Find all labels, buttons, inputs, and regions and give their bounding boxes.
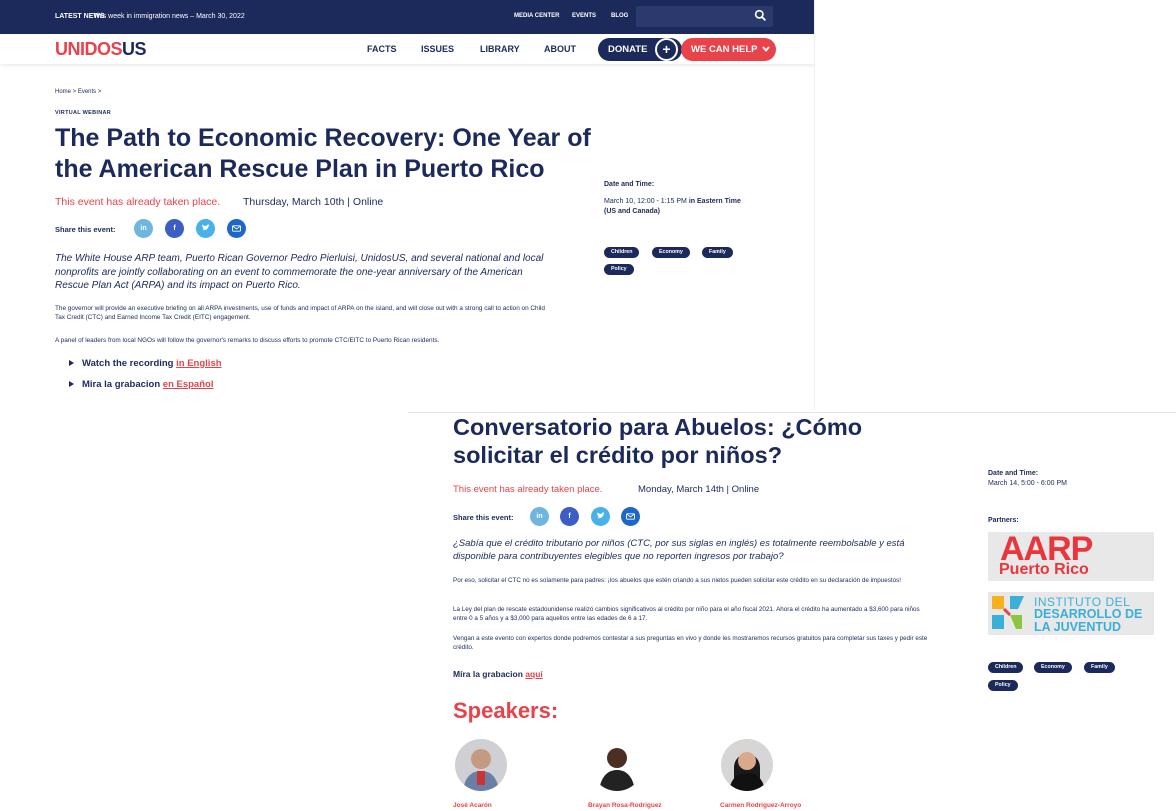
tag-family[interactable]: Family [702,247,733,258]
linkedin-icon[interactable]: in [134,219,153,238]
search-icon[interactable] [754,9,767,22]
we-can-help-button[interactable]: WE CAN HELP [681,38,776,61]
speakers-heading: Speakers: [453,698,559,723]
blog-link[interactable]: BLOG [611,13,628,19]
event-status: This event has already taken place. Mond… [453,484,759,495]
unidosus-logo[interactable]: UNIDOSUS [55,39,147,60]
tag-children[interactable]: Children [988,662,1024,673]
tag-children[interactable]: Children [604,247,640,258]
facebook-icon[interactable]: f [165,219,184,238]
bullet-triangle-icon [69,360,74,366]
event-paragraph: Por eso, solicitar el CTC no es solament… [453,577,902,584]
main-nav: UNIDOSUS FACTS ISSUES LIBRARY ABOUT DONA… [0,34,814,64]
nav-issues[interactable]: ISSUES [421,44,454,54]
speaker-name[interactable]: Carmen Rodriguez-Arroyo [720,802,801,809]
event-type-label: VIRTUAL WEBINAR [55,110,112,116]
twitter-icon[interactable] [196,219,215,238]
tag-policy[interactable]: Policy [604,264,634,275]
event-paragraph: La Ley del plan de rescate estadounidens… [453,606,920,622]
events-link[interactable]: EVENTS [572,13,596,19]
past-event-notice: This event has already taken place. [55,196,221,208]
media-center-link[interactable]: MEDIA CENTER [514,13,559,19]
chevron-down-icon [762,46,770,52]
nav-about[interactable]: ABOUT [544,44,576,54]
aarp-puerto-rico-logo[interactable]: AARP Puerto Rico [988,532,1154,581]
watch-recording-item: Mira la grabacion en Español [69,379,213,390]
share-label: Share this event: [453,513,514,522]
event-date: Thursday, March 10th | Online [243,196,384,208]
tag-policy[interactable]: Policy [988,680,1018,691]
latest-news-link[interactable]: This week in immigration news – March 30… [93,13,245,20]
event-page-abuelos: Conversatorio para Abuelos: ¿Cómo solici… [408,412,1176,811]
recording-link[interactable]: aquí [525,669,542,679]
nav-library[interactable]: LIBRARY [480,44,520,54]
event-paragraph: The governor will provide an executive b… [55,305,545,321]
search-input[interactable] [636,6,773,27]
date-time-label: Date and Time: [604,181,655,188]
speaker-name[interactable]: Brayan Rosa-Rodriguez [588,802,662,809]
partners-label: Partners: [988,517,1019,524]
watch-recording-item: Míra la grabacion aquí [453,669,543,679]
past-event-notice: This event has already taken place. [453,484,603,495]
share-label: Share this event: [55,225,116,234]
speaker-name[interactable]: José Acarón [453,802,492,809]
bullet-triangle-icon [69,381,74,387]
event-date: Monday, March 14th | Online [638,484,760,495]
event-paragraph: A panel of leaders from local NGOs will … [55,337,440,344]
breadcrumb[interactable]: Home > Events > [55,89,101,95]
date-time-value: March 14, 5:00 - 6:00 PM [988,480,1067,487]
twitter-icon[interactable] [591,507,610,526]
facebook-icon[interactable]: f [560,507,579,526]
event-page-arp: LATEST NEWS This week in immigration new… [0,0,815,410]
tag-economy[interactable]: Economy [652,247,690,258]
event-paragraph: Vengan a este evento con expertos donde … [453,635,928,651]
event-lede: ¿Sabía que el crédito tributario por niñ… [453,538,905,562]
linkedin-icon[interactable]: in [530,507,549,526]
event-lede: The White House ARP team, Puerto Rican G… [55,253,544,291]
date-time-value: March 10, 12:00 - 1:15 PM in Eastern Tim… [604,198,741,215]
instituto-juventud-logo[interactable]: INSTITUTO DEL DESARROLLO DE LA JUVENTUD [988,592,1154,635]
speaker-avatar[interactable] [721,739,773,791]
email-icon[interactable] [621,507,640,526]
watch-recording-item: Watch the recording in English [69,358,222,369]
page-title: The Path to Economic Recovery: One Year … [55,124,591,183]
event-status: This event has already taken place. Thur… [55,196,383,208]
nav-facts[interactable]: FACTS [367,44,397,54]
page-title: Conversatorio para Abuelos: ¿Cómo solici… [453,414,863,468]
speaker-avatar[interactable] [455,739,507,791]
tag-family[interactable]: Family [1084,662,1115,673]
speaker-avatar[interactable] [591,739,643,791]
email-icon[interactable] [227,219,246,238]
tag-economy[interactable]: Economy [1034,662,1072,673]
instituto-emblem-icon [992,596,1024,629]
recording-spanish-link[interactable]: en Español [163,379,214,390]
recording-english-link[interactable]: in English [176,358,221,369]
utility-bar: LATEST NEWS This week in immigration new… [0,0,814,34]
plus-icon[interactable]: + [655,38,678,61]
date-time-label: Date and Time: [988,470,1039,477]
